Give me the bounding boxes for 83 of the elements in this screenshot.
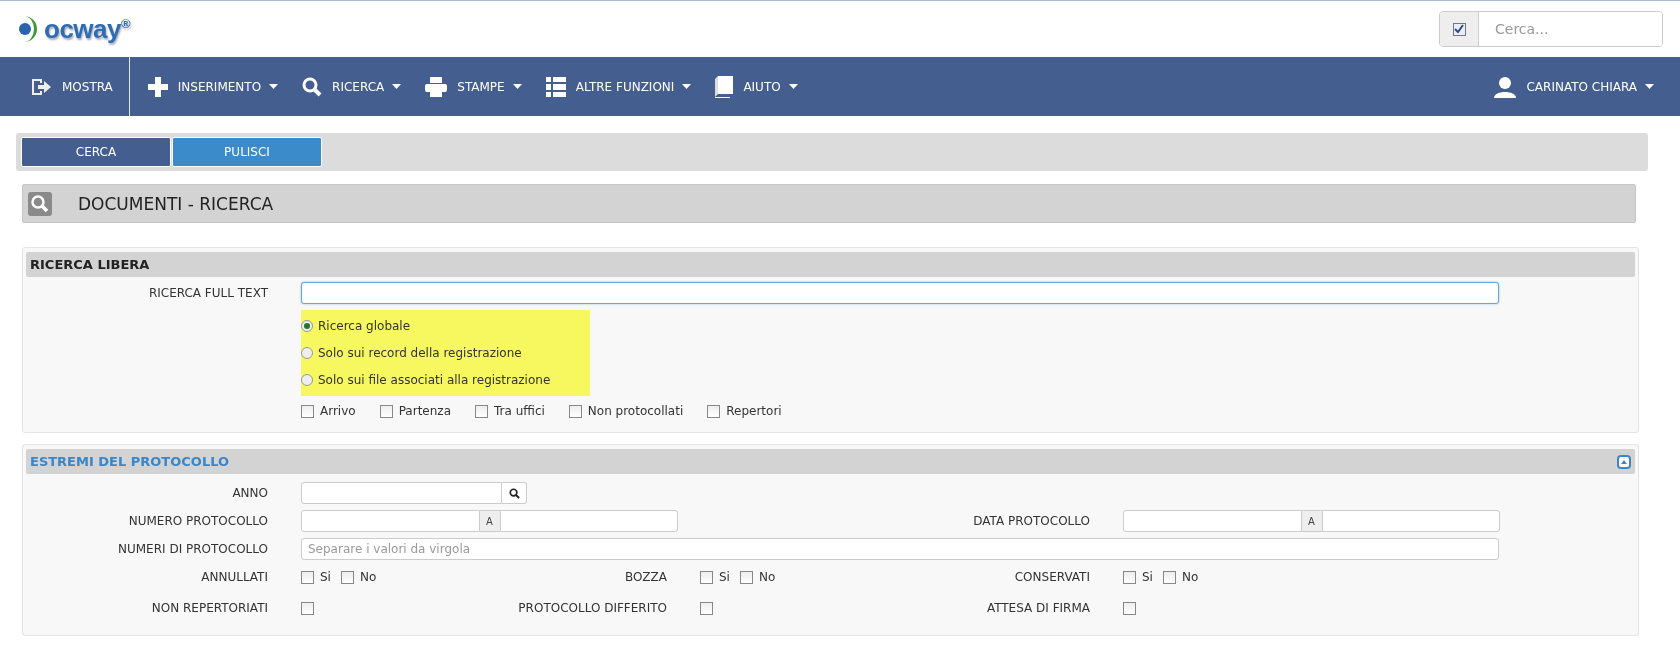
field-label: BOZZA: [623, 570, 667, 584]
menu-item[interactable]: AIUTO: [703, 57, 810, 116]
field-label: NON REPERTORIATI: [150, 601, 268, 615]
option-label: Arrivo: [320, 404, 356, 418]
section-title: RICERCA LIBERA: [30, 257, 150, 272]
option-label: Solo sui record della registrazione: [318, 346, 522, 360]
user-icon: [1494, 75, 1517, 98]
input-field[interactable]: [1123, 510, 1302, 532]
option-label: Si: [1142, 570, 1153, 584]
page-title: DOCUMENTI - RICERCA: [78, 193, 274, 214]
range-separator: A: [479, 510, 500, 532]
search-button[interactable]: [502, 482, 527, 504]
radio-button[interactable]: [301, 347, 313, 359]
checkbox[interactable]: [707, 404, 721, 418]
menu-item[interactable]: MOSTRA: [0, 57, 130, 116]
option-label: No: [758, 570, 776, 584]
field-label: NUMERO PROTOCOLLO: [127, 514, 268, 528]
checkbox[interactable]: [568, 404, 582, 418]
caret-icon: [392, 84, 402, 89]
checkbox[interactable]: [379, 404, 393, 418]
exit-icon: [30, 76, 52, 97]
input-field[interactable]: [301, 282, 1499, 304]
collapse-icon[interactable]: [1617, 454, 1631, 469]
user-menu[interactable]: CARINATO CHIARA: [1482, 57, 1666, 116]
search-icon: [508, 487, 520, 499]
search-field[interactable]: Cerca...: [1439, 11, 1663, 47]
checkbox[interactable]: [301, 601, 314, 615]
field-label: NUMERI DI PROTOCOLLO: [117, 542, 268, 556]
checkbox[interactable]: [700, 601, 713, 615]
option-label: Ricerca globale: [318, 318, 411, 333]
checkbox[interactable]: [1123, 601, 1136, 615]
toolbar-button[interactable]: CERCA: [21, 137, 171, 167]
caret-icon: [788, 84, 798, 89]
radio-button[interactable]: [301, 319, 313, 332]
book-icon: [715, 75, 734, 98]
checkbox[interactable]: [739, 570, 753, 584]
field-label: CONSERVATI: [1013, 570, 1090, 584]
option-label: No: [359, 570, 377, 584]
search-icon: [28, 191, 52, 216]
option-label: Tra uffici: [494, 404, 545, 418]
checkbox[interactable]: [340, 570, 354, 584]
checkbox[interactable]: [700, 570, 713, 584]
option-label: Si: [719, 570, 730, 584]
radio-button[interactable]: [301, 374, 313, 387]
input-field[interactable]: Separare i valori da virgola: [301, 538, 1499, 560]
field-label: DATA PROTOCOLLO: [972, 514, 1090, 528]
input-field[interactable]: [1321, 510, 1500, 532]
search-icon: [302, 76, 323, 97]
field-label: PROTOCOLLO DIFFERITO: [517, 601, 667, 615]
logo-text: ocway$^{®}$: [44, 13, 131, 45]
option-label: Non protocollati: [587, 404, 684, 418]
toolbar-button[interactable]: PULISCI: [172, 137, 322, 167]
list-icon: [545, 76, 566, 97]
menu-item[interactable]: STAMPE: [413, 57, 534, 116]
checkbox[interactable]: [301, 570, 314, 584]
option-label: Partenza: [398, 404, 451, 418]
menu-item[interactable]: INSERIMENTO: [135, 57, 291, 116]
input-field[interactable]: [301, 510, 480, 532]
checkbox[interactable]: [1162, 570, 1176, 584]
option-label: Repertori: [726, 404, 782, 418]
field-label: RICERCA FULL TEXT: [147, 286, 268, 300]
caret-icon: [682, 84, 692, 89]
section-title: ESTREMI DEL PROTOCOLLO: [30, 454, 230, 469]
field-label: ANNO: [231, 486, 268, 500]
option-label: Si: [320, 570, 331, 584]
option-label: Solo sui file associati alla registrazione: [318, 373, 551, 388]
checkbox[interactable]: [1452, 22, 1466, 36]
option-label: No: [1181, 570, 1199, 584]
checkbox[interactable]: [301, 404, 314, 418]
plus-icon: [147, 76, 168, 97]
checkbox[interactable]: [1123, 570, 1136, 584]
menu-item[interactable]: ALTRE FUNZIONI: [533, 57, 704, 116]
printer-icon: [425, 76, 448, 97]
input-field[interactable]: [499, 510, 678, 532]
checkbox[interactable]: [475, 404, 488, 418]
input-field[interactable]: [301, 482, 502, 504]
field-label: ANNULLATI: [200, 570, 268, 584]
field-label: ATTESA DI FIRMA: [985, 601, 1090, 615]
menu-item[interactable]: RICERCA: [290, 57, 414, 116]
caret-icon: [1645, 84, 1654, 89]
range-separator: A: [1301, 510, 1322, 532]
caret-icon: [512, 84, 522, 89]
caret-icon: [269, 84, 279, 89]
